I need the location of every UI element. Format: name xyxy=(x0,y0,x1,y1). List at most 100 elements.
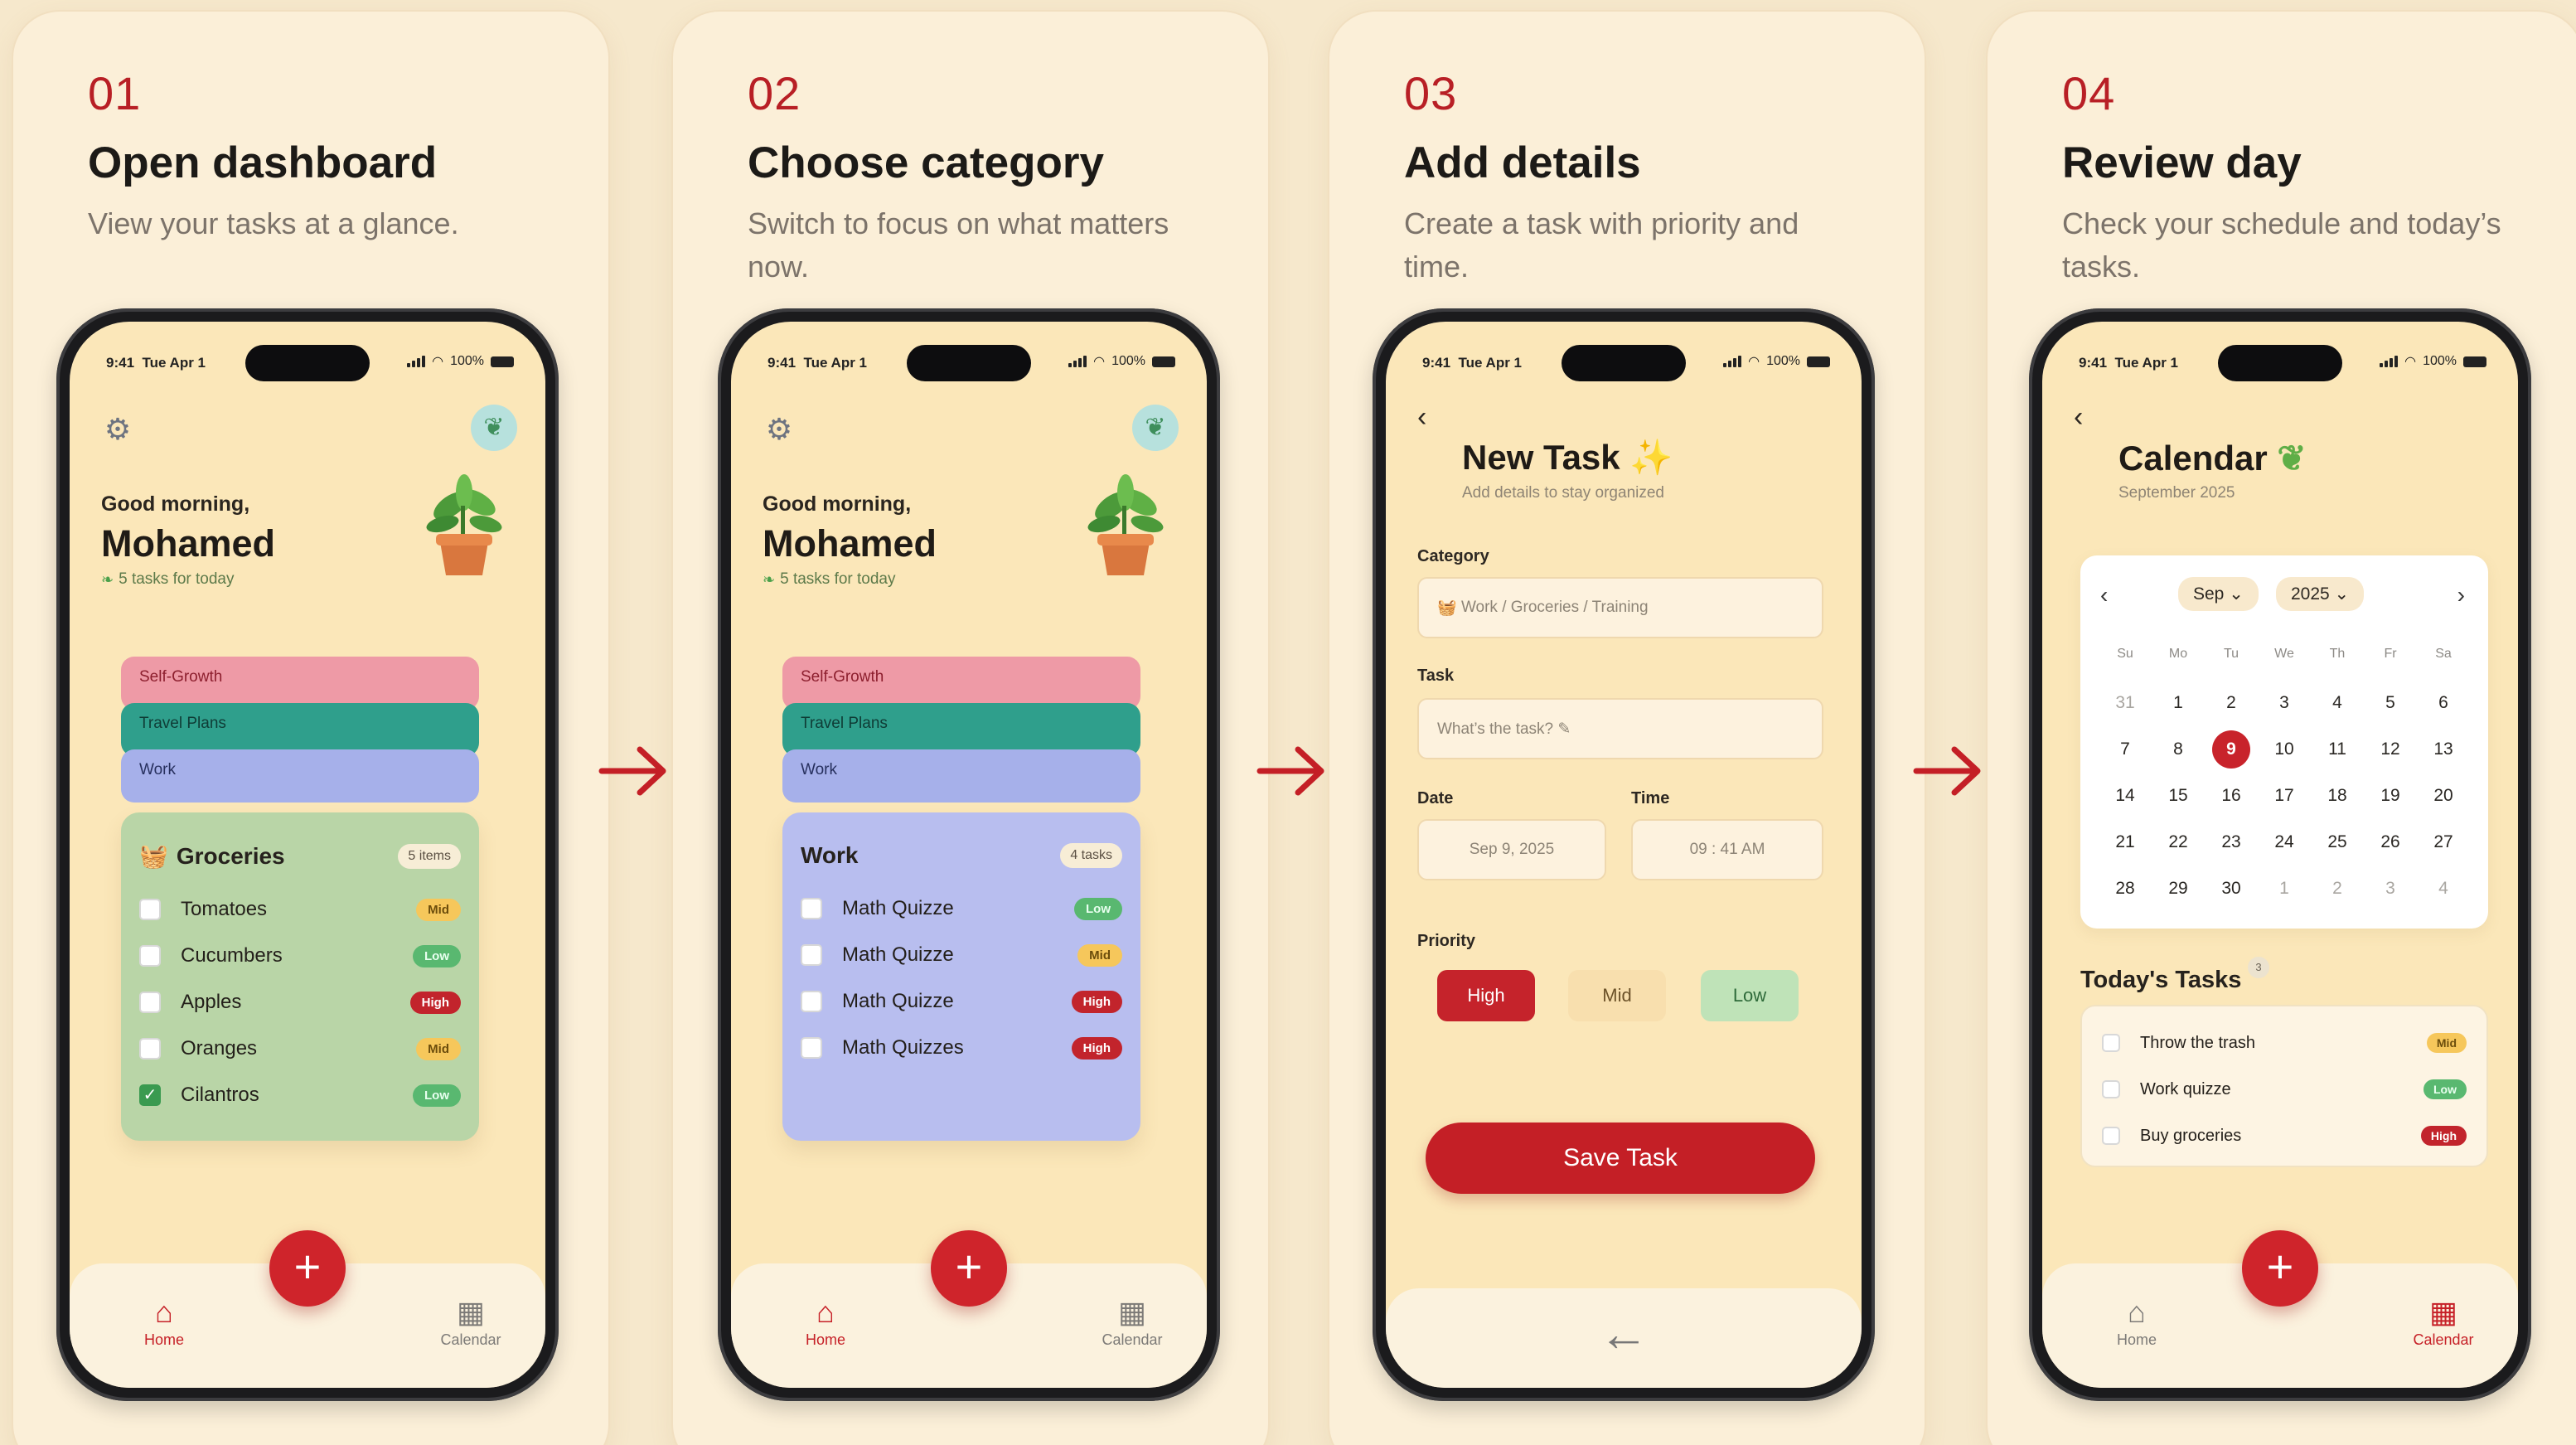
calendar-day[interactable]: 31 xyxy=(2099,680,2152,726)
prev-month-chevron-icon[interactable]: ‹ xyxy=(2100,582,2108,609)
calendar-day[interactable]: 2 xyxy=(2205,680,2258,726)
category-tab-self-growth[interactable]: Self-Growth xyxy=(121,657,479,710)
task-input[interactable]: What’s the task? ✎ xyxy=(1417,698,1823,759)
calendar-day[interactable]: 17 xyxy=(2258,773,2311,819)
list-item[interactable]: Oranges Mid xyxy=(139,1026,461,1072)
checkbox[interactable] xyxy=(139,945,161,967)
calendar-day[interactable]: 10 xyxy=(2258,726,2311,773)
calendar-day[interactable]: 5 xyxy=(2364,680,2417,726)
category-tab-travel-plans[interactable]: Travel Plans xyxy=(782,703,1140,756)
checkbox[interactable] xyxy=(801,944,822,966)
calendar-day[interactable]: 20 xyxy=(2417,773,2470,819)
calendar-day[interactable]: 18 xyxy=(2311,773,2364,819)
nav-calendar[interactable]: ▦ Calendar xyxy=(1082,1295,1182,1349)
calendar-day[interactable]: 16 xyxy=(2205,773,2258,819)
add-task-button[interactable]: + xyxy=(2242,1230,2318,1307)
calendar-day[interactable]: 22 xyxy=(2152,819,2205,866)
calendar-day[interactable]: 7 xyxy=(2099,726,2152,773)
nav-home[interactable]: ⌂ Home xyxy=(2087,1295,2186,1349)
calendar-day[interactable]: 26 xyxy=(2364,819,2417,866)
calendar-day[interactable]: 4 xyxy=(2417,866,2470,912)
calendar-day[interactable]: 12 xyxy=(2364,726,2417,773)
list-item[interactable]: Buy groceries High xyxy=(2102,1113,2467,1159)
back-chevron-icon[interactable]: ‹ xyxy=(2074,401,2083,434)
list-item[interactable]: Tomatoes Mid xyxy=(139,886,461,933)
nav-calendar[interactable]: ▦ Calendar xyxy=(421,1295,521,1349)
dynamic-island xyxy=(2218,345,2342,381)
checkbox[interactable] xyxy=(2102,1034,2120,1052)
checkbox[interactable] xyxy=(2102,1080,2120,1098)
calendar-day[interactable]: 11 xyxy=(2311,726,2364,773)
calendar-day[interactable]: 4 xyxy=(2311,680,2364,726)
status-icons: ◠ 100% xyxy=(407,353,514,370)
gear-icon[interactable]: ⚙ xyxy=(101,413,134,446)
add-task-button[interactable]: + xyxy=(931,1230,1007,1307)
checkbox[interactable] xyxy=(139,899,161,920)
calendar-day[interactable]: 30 xyxy=(2205,866,2258,912)
calendar-day-selected[interactable]: 9 xyxy=(2205,726,2258,773)
nav-calendar[interactable]: ▦ Calendar xyxy=(2394,1295,2493,1349)
checkbox-checked[interactable]: ✓ xyxy=(139,1084,161,1106)
list-item[interactable]: Math Quizze Mid xyxy=(801,932,1122,978)
calendar-day[interactable]: 14 xyxy=(2099,773,2152,819)
calendar-day[interactable]: 24 xyxy=(2258,819,2311,866)
home-icon: ⌂ xyxy=(2128,1295,2146,1329)
back-arrow-icon[interactable]: ← xyxy=(1386,1288,1862,1388)
checkbox[interactable] xyxy=(2102,1127,2120,1145)
priority-mid-button[interactable]: Mid xyxy=(1568,970,1666,1021)
sprout-icon[interactable]: ❦ xyxy=(471,405,517,451)
category-select[interactable]: 🧺 Work / Groceries / Training xyxy=(1417,577,1823,638)
potted-plant-icon xyxy=(1087,474,1164,575)
leaf-icon: ❦ xyxy=(2277,439,2307,478)
list-item[interactable]: ✓ Cilantros Low xyxy=(139,1072,461,1118)
priority-high-button[interactable]: High xyxy=(1437,970,1535,1021)
checkbox[interactable] xyxy=(801,1037,822,1059)
calendar-day[interactable]: 19 xyxy=(2364,773,2417,819)
calendar-day[interactable]: 8 xyxy=(2152,726,2205,773)
task-summary: ❧ 5 tasks for today xyxy=(101,570,235,588)
time-field[interactable]: 09 : 41 AM xyxy=(1631,819,1823,880)
priority-low-button[interactable]: Low xyxy=(1701,970,1799,1021)
calendar-day[interactable]: 3 xyxy=(2258,680,2311,726)
calendar-day[interactable]: 23 xyxy=(2205,819,2258,866)
calendar-day[interactable]: 21 xyxy=(2099,819,2152,866)
calendar-day[interactable]: 29 xyxy=(2152,866,2205,912)
list-item[interactable]: Work quizze Low xyxy=(2102,1066,2467,1113)
list-item[interactable]: Throw the trash Mid xyxy=(2102,1020,2467,1066)
calendar-day[interactable]: 3 xyxy=(2364,866,2417,912)
calendar-day[interactable]: 25 xyxy=(2311,819,2364,866)
next-month-chevron-icon[interactable]: › xyxy=(2457,582,2465,609)
calendar-day[interactable]: 28 xyxy=(2099,866,2152,912)
nav-home[interactable]: ⌂ Home xyxy=(114,1295,214,1349)
calendar-day[interactable]: 15 xyxy=(2152,773,2205,819)
checkbox[interactable] xyxy=(801,991,822,1012)
calendar-day[interactable]: 6 xyxy=(2417,680,2470,726)
calendar-day[interactable]: 13 xyxy=(2417,726,2470,773)
list-item[interactable]: Math Quizze Low xyxy=(801,885,1122,932)
save-task-button[interactable]: Save Task xyxy=(1426,1123,1815,1194)
nav-home[interactable]: ⌂ Home xyxy=(776,1295,875,1349)
checkbox[interactable] xyxy=(139,992,161,1013)
calendar-day[interactable]: 2 xyxy=(2311,866,2364,912)
list-item[interactable]: Apples High xyxy=(139,979,461,1026)
calendar-day[interactable]: 1 xyxy=(2258,866,2311,912)
back-chevron-icon[interactable]: ‹ xyxy=(1417,401,1426,434)
checkbox[interactable] xyxy=(139,1038,161,1060)
category-tab-work[interactable]: Work xyxy=(782,749,1140,803)
status-time: 9:41 Tue Apr 1 xyxy=(1422,355,1522,371)
list-item[interactable]: Math Quizze High xyxy=(801,978,1122,1025)
date-field[interactable]: Sep 9, 2025 xyxy=(1417,819,1606,880)
calendar-day[interactable]: 1 xyxy=(2152,680,2205,726)
category-tab-travel-plans[interactable]: Travel Plans xyxy=(121,703,479,756)
gear-icon[interactable]: ⚙ xyxy=(763,413,796,446)
add-task-button[interactable]: + xyxy=(269,1230,346,1307)
category-tab-work[interactable]: Work xyxy=(121,749,479,803)
month-select[interactable]: Sep ⌄ xyxy=(2178,577,2259,611)
list-item[interactable]: Cucumbers Low xyxy=(139,933,461,979)
checkbox[interactable] xyxy=(801,898,822,919)
list-item[interactable]: Math Quizzes High xyxy=(801,1025,1122,1071)
year-select[interactable]: 2025 ⌄ xyxy=(2276,577,2365,611)
category-tab-self-growth[interactable]: Self-Growth xyxy=(782,657,1140,710)
calendar-day[interactable]: 27 xyxy=(2417,819,2470,866)
sprout-icon[interactable]: ❦ xyxy=(1132,405,1179,451)
